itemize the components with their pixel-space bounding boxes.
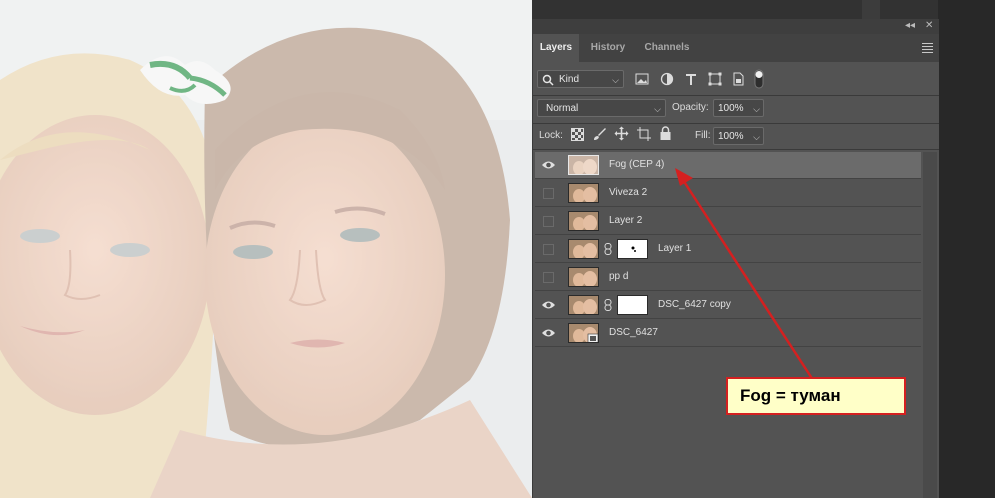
blend-mode-value: Normal <box>546 103 579 114</box>
divider <box>533 149 939 150</box>
layer-row-dsc[interactable]: DSC_6427 <box>535 320 921 347</box>
opacity-value: 100% <box>718 103 744 114</box>
filter-kind-select[interactable]: Kind ⌵ <box>537 70 624 88</box>
layer-row-fog[interactable]: Fog (CEP 4) <box>535 152 921 179</box>
image-filter-icon[interactable] <box>634 71 650 87</box>
shape-filter-icon[interactable] <box>707 71 723 87</box>
fill-field[interactable]: 100% ⌵ <box>713 127 764 145</box>
lock-artboard-icon[interactable] <box>637 127 651 141</box>
layer-row-viveza[interactable]: Viveza 2 <box>535 180 921 207</box>
layer-name: Fog (CEP 4) <box>609 159 665 170</box>
layer-thumbnail <box>568 267 599 287</box>
divider <box>533 123 939 124</box>
search-icon <box>542 74 554 86</box>
photo-image <box>0 0 532 498</box>
panel-menu-icon[interactable] <box>922 43 933 55</box>
collapse-panels-icon[interactable]: ◂◂ <box>905 20 915 31</box>
divider <box>533 95 939 96</box>
layer-mask-thumbnail[interactable] <box>617 295 648 315</box>
visibility-toggle-off[interactable] <box>543 272 554 283</box>
layer-row-layer-2[interactable]: Layer 2 <box>535 208 921 235</box>
panel-tabbar: Layers History Channels <box>533 34 939 62</box>
layer-name: Layer 1 <box>658 243 692 254</box>
fill-label: Fill: <box>695 130 711 141</box>
eye-visibility-icon[interactable] <box>541 159 556 171</box>
text-filter-icon[interactable] <box>683 71 699 87</box>
visibility-toggle-off[interactable] <box>543 188 554 199</box>
smart-object-filter-icon[interactable] <box>730 71 746 87</box>
panel-topbar: ◂◂ ✕ <box>533 19 939 34</box>
layer-mask-thumbnail[interactable] <box>617 239 648 259</box>
filter-toggle-icon[interactable] <box>754 69 764 89</box>
canvas-photo[interactable] <box>0 0 532 498</box>
lock-label: Lock: <box>539 130 563 141</box>
lock-position-move-icon[interactable] <box>614 126 629 141</box>
chevron-down-icon[interactable]: ⌵ <box>753 128 760 146</box>
layer-thumbnail <box>568 239 599 259</box>
layer-name: Viveza 2 <box>609 187 648 198</box>
layer-thumbnail <box>568 183 599 203</box>
visibility-toggle-off[interactable] <box>543 244 554 255</box>
layers-scrollbar[interactable] <box>923 152 937 498</box>
filter-kind-value: Kind <box>559 74 580 85</box>
chevron-down-icon[interactable]: ⌵ <box>753 100 760 118</box>
link-chain-icon[interactable] <box>603 299 613 311</box>
layer-name: pp d <box>609 271 629 282</box>
tab-layers[interactable]: Layers <box>533 34 579 62</box>
eye-visibility-icon[interactable] <box>541 327 556 339</box>
tab-history[interactable]: History <box>580 34 636 62</box>
layer-name: DSC_6427 copy <box>658 299 731 310</box>
link-chain-icon[interactable] <box>603 243 613 255</box>
opacity-field[interactable]: 100% ⌵ <box>713 99 764 117</box>
lock-all-icon[interactable] <box>659 126 672 141</box>
layer-name: Layer 2 <box>609 215 643 226</box>
layer-name: DSC_6427 <box>609 327 658 338</box>
layers-panel: ◂◂ ✕ Layers History Channels Kind ⌵ Norm… <box>532 19 939 498</box>
layer-thumbnail <box>568 323 599 343</box>
tab-channels[interactable]: Channels <box>637 34 697 62</box>
chevron-down-icon: ⌵ <box>654 104 661 114</box>
layer-row-pp-d[interactable]: pp d <box>535 264 921 291</box>
layer-row-dsc-copy[interactable]: DSC_6427 copy <box>535 292 921 319</box>
visibility-toggle-off[interactable] <box>543 216 554 227</box>
lock-image-pixels-brush-icon[interactable] <box>593 127 607 141</box>
workspace-dark-column <box>938 0 995 498</box>
chevron-down-icon: ⌵ <box>612 75 619 85</box>
fill-value: 100% <box>718 131 744 142</box>
close-panel-icon[interactable]: ✕ <box>925 20 933 31</box>
opacity-label: Opacity: <box>672 102 709 113</box>
blend-mode-select[interactable]: Normal ⌵ <box>537 99 666 117</box>
layer-row-layer-1[interactable]: Layer 1 <box>535 236 921 263</box>
lock-transparent-pixels-icon[interactable] <box>571 128 584 141</box>
layer-thumbnail <box>568 295 599 315</box>
layer-thumbnail <box>568 211 599 231</box>
workspace-strip <box>862 0 880 20</box>
layer-thumbnail <box>568 155 599 175</box>
adjustment-filter-icon[interactable] <box>659 71 675 87</box>
annotation-callout: Fog = туман <box>726 377 906 415</box>
eye-visibility-icon[interactable] <box>541 299 556 311</box>
